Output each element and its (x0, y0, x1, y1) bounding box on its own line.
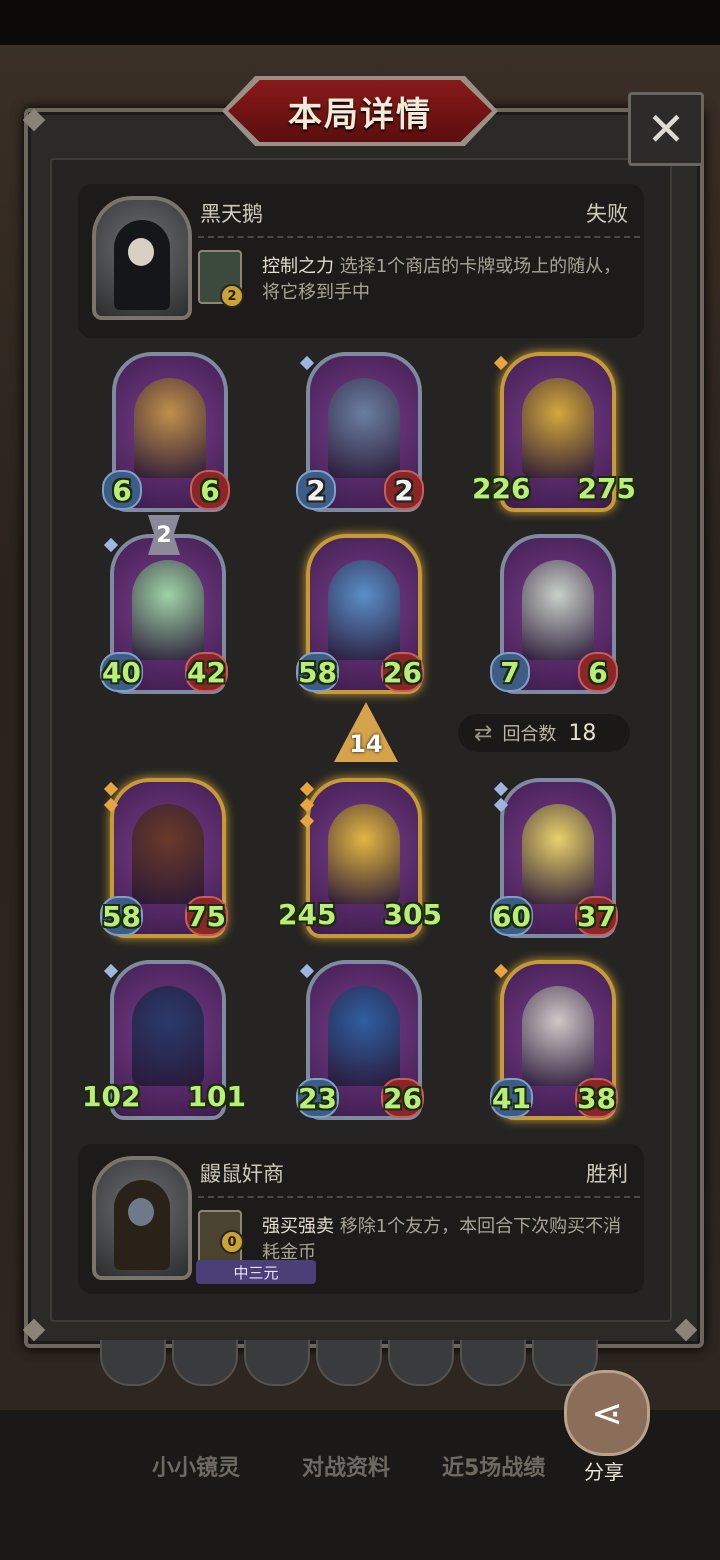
star-gem-icon (299, 963, 315, 979)
player-name: 鼹鼠奸商 (200, 1162, 284, 1186)
opponent-player-card: 黑天鹅 失败 2 控制之力 选择1个商店的卡牌或场上的随从，将它移到手中 (78, 184, 644, 338)
opponent-avatar[interactable] (92, 196, 192, 320)
player-minion-card[interactable]: 60 37 (490, 778, 618, 942)
opponent-minion-card[interactable]: 66 (102, 352, 230, 516)
attack-stat: 60 (490, 896, 533, 936)
opponent-result: 失败 (586, 202, 628, 226)
refresh-icon: ⇄ (474, 720, 493, 746)
minion-art (132, 986, 204, 1086)
star-gem-icon (103, 537, 119, 553)
hero-skill-name: 控制之力 (262, 256, 334, 277)
player-minion-card[interactable]: 41 38 (490, 960, 618, 1124)
tray-slot (460, 1340, 526, 1386)
tab-battle-info[interactable]: 对战资料 (302, 1450, 390, 1482)
minion-art (328, 986, 400, 1086)
tray-slot (172, 1340, 238, 1386)
minion-art (328, 560, 400, 660)
attack-stat: 226 (472, 471, 531, 505)
attack-stat: 102 (82, 1079, 141, 1113)
player-minion-card[interactable]: 58 75 (100, 778, 228, 942)
hero-skill-text: 强买强卖 移除1个友方，本回合下次购买不消耗金币 (262, 1214, 632, 1266)
attack-stat: 245 (278, 897, 337, 931)
minion-art (328, 378, 400, 478)
attack-stat: 6 (102, 470, 142, 510)
player-avatar[interactable] (92, 1156, 192, 1280)
minion-art (328, 804, 400, 904)
close-button[interactable]: ✕ (628, 92, 704, 166)
star-gem-icon (103, 781, 119, 797)
health-stat: 37 (575, 896, 618, 936)
rounds-label: 回合数 (502, 724, 557, 745)
attack-stat: 23 (296, 1078, 339, 1118)
star-gem-icon (299, 355, 315, 371)
health-stat: 6 (190, 470, 230, 510)
minion-tray (100, 1340, 620, 1388)
attack-stat: 40 (100, 652, 143, 692)
skill-cost-badge: 0 (220, 1230, 244, 1254)
share-label: 分享 (584, 1460, 624, 1484)
minion-art (132, 560, 204, 660)
divider (198, 1196, 640, 1198)
player-minion-card[interactable]: 102 101 (82, 960, 246, 1124)
rounds-value: 18 (568, 720, 597, 746)
opponent-name: 黑天鹅 (200, 202, 263, 226)
hero-skill-text: 控制之力 选择1个商店的卡牌或场上的随从，将它移到手中 (262, 254, 632, 306)
attack-stat: 58 (100, 896, 143, 936)
opponent-minion-card[interactable]: 40 42 (100, 534, 228, 698)
tray-slot (316, 1340, 382, 1386)
hero-skill-name: 强买强卖 (262, 1216, 334, 1237)
minion-art (134, 378, 206, 478)
health-stat: 42 (185, 652, 228, 692)
health-stat: 2 (384, 470, 424, 510)
health-stat: 6 (578, 652, 618, 692)
close-icon: ✕ (646, 102, 686, 156)
health-stat: 26 (381, 652, 424, 692)
opponent-minion-card[interactable]: 22 (296, 352, 424, 516)
minion-art (522, 986, 594, 1086)
rank-tag: 中三元 (196, 1260, 316, 1284)
page-title: 本局详情 (288, 94, 432, 135)
rounds-counter: ⇄ 回合数 18 (458, 714, 630, 752)
tray-slot (388, 1340, 454, 1386)
star-gem-icon (493, 355, 509, 371)
minion-art (522, 804, 594, 904)
divider (198, 236, 640, 238)
share-button[interactable]: ⋖ (564, 1370, 650, 1456)
minion-art (522, 560, 594, 660)
title-banner: 本局详情 (228, 80, 492, 142)
player-minion-card[interactable]: 245 305 (278, 778, 442, 942)
star-gem-icon (493, 963, 509, 979)
tab-mirror-spirit[interactable]: 小小镜灵 (152, 1450, 240, 1482)
player-minion-card[interactable]: 23 26 (296, 960, 424, 1124)
minion-art (522, 378, 594, 478)
player-card: 鼹鼠奸商 胜利 0 强买强卖 移除1个友方，本回合下次购买不消耗金币 中三元 (78, 1144, 644, 1294)
attack-stat: 41 (490, 1078, 533, 1118)
health-stat: 38 (575, 1078, 618, 1118)
health-stat: 275 (577, 471, 636, 505)
share-icon: ⋖ (591, 1391, 623, 1435)
player-result: 胜利 (586, 1162, 628, 1186)
star-gem-icon (493, 781, 509, 797)
health-stat: 75 (185, 896, 228, 936)
skill-cost-badge: 2 (220, 284, 244, 308)
attack-stat: 58 (296, 652, 339, 692)
health-stat: 101 (187, 1079, 246, 1113)
tray-slot (100, 1340, 166, 1386)
health-stat: 26 (381, 1078, 424, 1118)
tab-recent-matches[interactable]: 近5场战绩 (442, 1450, 545, 1482)
health-stat: 305 (383, 897, 442, 931)
opponent-minion-card[interactable]: 76 (490, 534, 618, 698)
opponent-minion-card[interactable]: 226 275 (472, 352, 636, 516)
opponent-minion-card[interactable]: 58 26 (296, 534, 424, 698)
attack-stat: 7 (490, 652, 530, 692)
tray-slot (244, 1340, 310, 1386)
minion-art (132, 804, 204, 904)
star-gem-icon (299, 781, 315, 797)
attack-stat: 2 (296, 470, 336, 510)
star-gem-icon (103, 963, 119, 979)
